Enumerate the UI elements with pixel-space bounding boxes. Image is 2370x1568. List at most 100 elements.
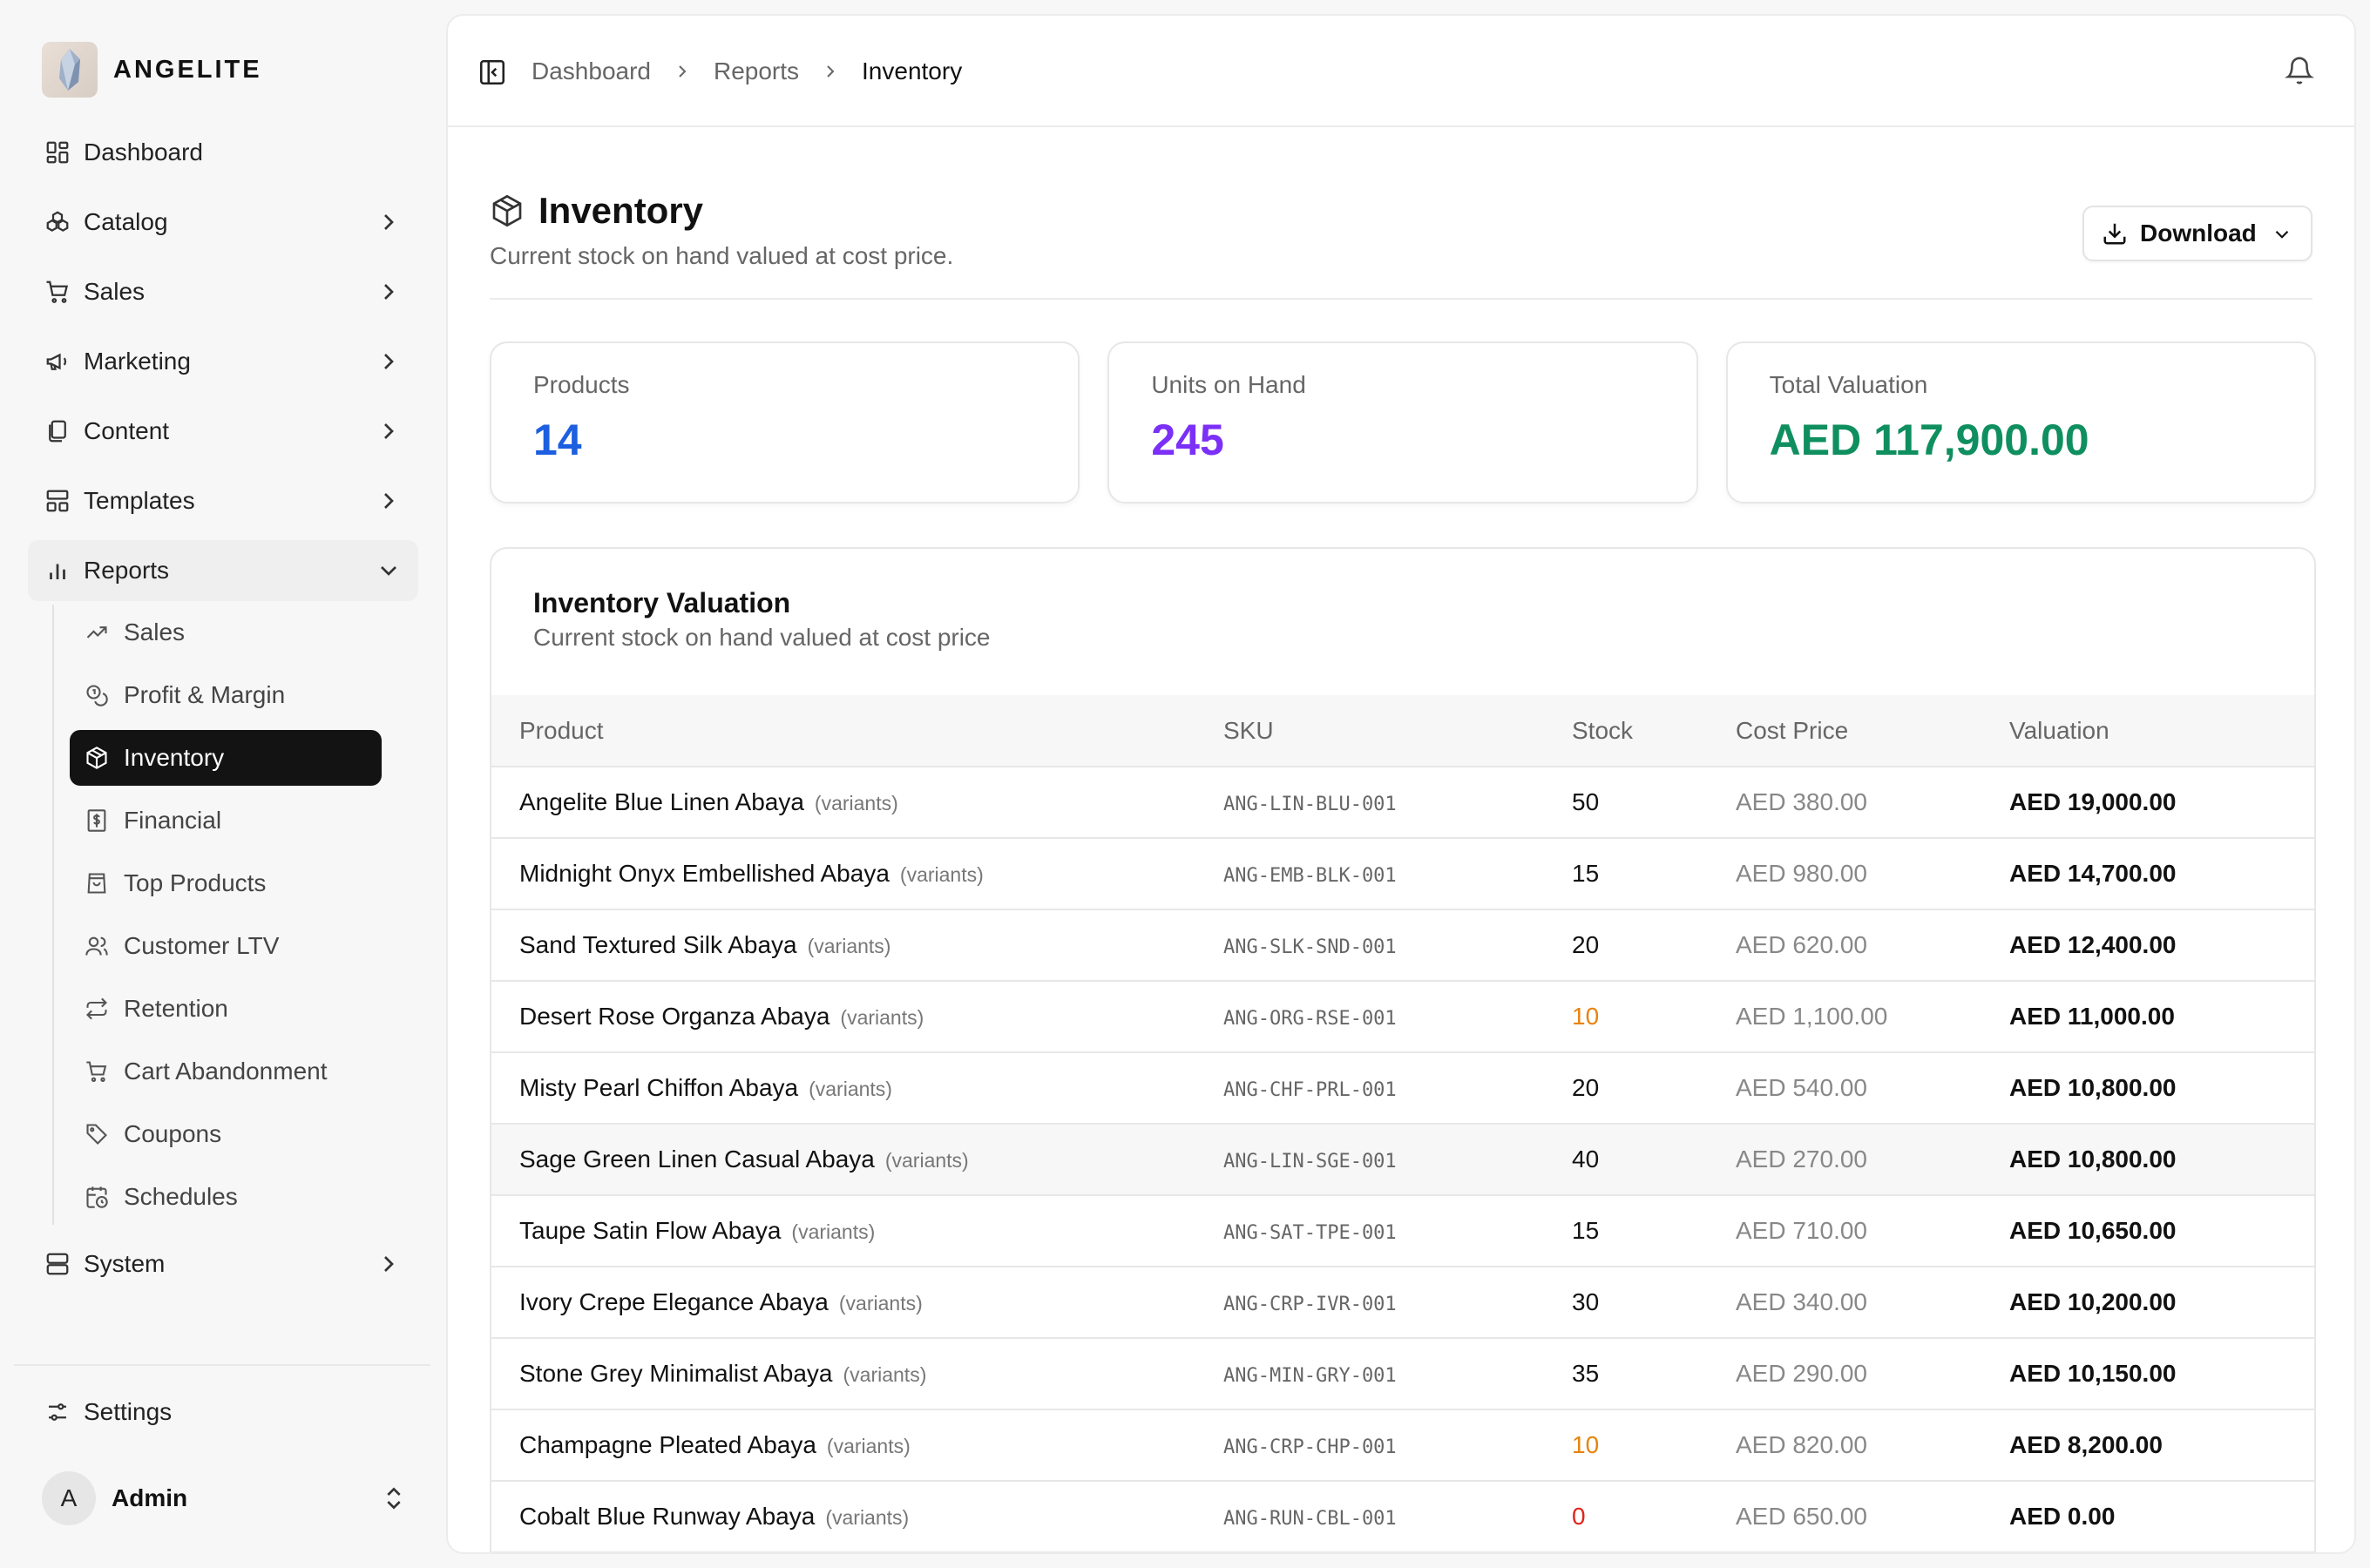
- column-header-valuation[interactable]: Valuation: [2009, 695, 2314, 767]
- cost-value: AED 1,100.00: [1736, 1003, 1888, 1030]
- subnav-item-top-products[interactable]: Top Products: [70, 855, 382, 911]
- table-row[interactable]: Cobalt Blue Runway Abaya (variants) ANG-RU…: [491, 1481, 2314, 1552]
- product-name[interactable]: Champagne Pleated Abaya: [519, 1431, 816, 1458]
- product-name[interactable]: Taupe Satin Flow Abaya: [519, 1217, 781, 1244]
- trend-up-icon: [84, 619, 110, 645]
- cell-stock: 15: [1572, 838, 1736, 910]
- subnav-label: Customer LTV: [124, 932, 280, 959]
- subnav-item-financial[interactable]: Financial: [70, 793, 382, 848]
- product-name[interactable]: Cobalt Blue Runway Abaya: [519, 1503, 815, 1530]
- cost-value: AED 710.00: [1736, 1217, 1867, 1244]
- nav-item-content[interactable]: Content: [28, 401, 418, 462]
- product-name[interactable]: Sage Green Linen Casual Abaya: [519, 1146, 875, 1173]
- server-icon: [44, 1250, 71, 1278]
- files-icon: [44, 417, 71, 445]
- column-header-stock[interactable]: Stock: [1572, 695, 1736, 767]
- nav-label: Reports: [84, 557, 170, 584]
- user-menu[interactable]: A Admin: [42, 1470, 408, 1526]
- cell-sku: ANG-CRP-IVR-001: [1223, 1267, 1572, 1339]
- cost-value: AED 270.00: [1736, 1146, 1867, 1173]
- valuation-value: AED 0.00: [2009, 1503, 2116, 1530]
- subnav-label: Retention: [124, 995, 228, 1022]
- table-row[interactable]: Misty Pearl Chiffon Abaya (variants) ANG-C…: [491, 1052, 2314, 1125]
- product-name[interactable]: Midnight Onyx Embellished Abaya: [519, 860, 890, 887]
- cell-product: Stone Grey Minimalist Abaya (variants): [491, 1338, 1223, 1410]
- brand[interactable]: ANGELITE: [42, 42, 262, 98]
- subnav-item-coupons[interactable]: Coupons: [70, 1106, 382, 1162]
- table-row[interactable]: Stone Grey Minimalist Abaya (variants) ANG…: [491, 1338, 2314, 1410]
- table-row[interactable]: Sand Textured Silk Abaya (variants) ANG-SL…: [491, 909, 2314, 982]
- variants-tag: (variants): [843, 1363, 927, 1386]
- column-header-sku[interactable]: SKU: [1223, 695, 1572, 767]
- product-name[interactable]: Ivory Crepe Elegance Abaya: [519, 1288, 829, 1315]
- stat-label: Total Valuation: [1769, 371, 1928, 398]
- subnav-item-profit-margin[interactable]: Profit & Margin: [70, 667, 382, 723]
- nav-label: System: [84, 1250, 166, 1277]
- subnav-label: Cart Abandonment: [124, 1058, 328, 1085]
- subnav-item-sales[interactable]: Sales: [70, 605, 382, 660]
- table-row[interactable]: Taupe Satin Flow Abaya (variants) ANG-SAT-…: [491, 1195, 2314, 1267]
- product-name[interactable]: Angelite Blue Linen Abaya: [519, 788, 804, 815]
- nav-item-marketing[interactable]: Marketing: [28, 331, 418, 392]
- cart-icon: [84, 1058, 110, 1085]
- table-title: Inventory Valuation: [533, 587, 791, 618]
- chevron-down-icon: [375, 557, 403, 585]
- topbar: Dashboard Reports Inventory: [448, 16, 2354, 127]
- sidebar: ANGELITE Dashboard Catalog Sales Marketi…: [0, 0, 444, 1568]
- nav-item-reports[interactable]: Reports: [28, 540, 418, 601]
- product-name[interactable]: Desert Rose Organza Abaya: [519, 1003, 830, 1030]
- stock-value: 10: [1572, 1003, 1600, 1030]
- subnav-label: Coupons: [124, 1120, 222, 1147]
- bell-icon[interactable]: [2285, 56, 2316, 87]
- product-name[interactable]: Stone Grey Minimalist Abaya: [519, 1360, 833, 1387]
- cell-sku: ANG-CRP-CHP-001: [1223, 1409, 1572, 1482]
- nav-item-catalog[interactable]: Catalog: [28, 192, 418, 253]
- table-row[interactable]: Midnight Onyx Embellished Abaya (variants…: [491, 838, 2314, 910]
- cell-stock: 40: [1572, 1124, 1736, 1196]
- sidebar-divider: [14, 1364, 430, 1366]
- valuation-value: AED 11,000.00: [2009, 1003, 2175, 1030]
- tag-icon: [84, 1121, 110, 1147]
- chevron-right-icon: [820, 61, 841, 82]
- cell-cost-price: AED 710.00: [1736, 1195, 2009, 1267]
- cell-cost-price: AED 650.00: [1736, 1481, 2009, 1552]
- subnav-item-customer-ltv[interactable]: Customer LTV: [70, 918, 382, 974]
- product-name[interactable]: Sand Textured Silk Abaya: [519, 931, 797, 958]
- subnav-item-inventory[interactable]: Inventory: [70, 730, 382, 786]
- subnav-item-schedules[interactable]: Schedules: [70, 1169, 382, 1225]
- templates-icon: [44, 487, 71, 515]
- column-header-cost-price[interactable]: Cost Price: [1736, 695, 2009, 767]
- table-row[interactable]: Desert Rose Organza Abaya (variants) ANG-O…: [491, 981, 2314, 1053]
- valuation-value: AED 14,700.00: [2009, 860, 2177, 887]
- nav-item-templates[interactable]: Templates: [28, 470, 418, 531]
- subnav-item-retention[interactable]: Retention: [70, 981, 382, 1037]
- subnav-label: Schedules: [124, 1183, 238, 1210]
- download-button[interactable]: Download: [2082, 206, 2312, 261]
- subnav-item-cart-abandonment[interactable]: Cart Abandonment: [70, 1044, 382, 1099]
- breadcrumb: Dashboard Reports Inventory: [532, 16, 962, 127]
- cell-stock: 50: [1572, 767, 1736, 839]
- cell-product: Angelite Blue Linen Abaya (variants): [491, 767, 1223, 839]
- nav-item-sales[interactable]: Sales: [28, 261, 418, 322]
- dashboard-icon: [44, 139, 71, 166]
- nav-item-settings[interactable]: Settings: [28, 1382, 418, 1443]
- sku-value: ANG-SAT-TPE-001: [1223, 1222, 1397, 1244]
- column-header-product[interactable]: Product: [491, 695, 1223, 767]
- breadcrumb-dashboard[interactable]: Dashboard: [532, 57, 651, 85]
- cart-icon: [44, 278, 71, 306]
- sku-value: ANG-SLK-SND-001: [1223, 936, 1397, 958]
- inventory-table-card: Inventory Valuation Current stock on han…: [490, 547, 2316, 1552]
- breadcrumb-reports[interactable]: Reports: [714, 57, 799, 85]
- nav-item-dashboard[interactable]: Dashboard: [28, 122, 418, 183]
- table-row[interactable]: Champagne Pleated Abaya (variants) ANG-CRP…: [491, 1409, 2314, 1482]
- table-row[interactable]: Ivory Crepe Elegance Abaya (variants) ANG-…: [491, 1267, 2314, 1339]
- table-row[interactable]: Sage Green Linen Casual Abaya (variants) A…: [491, 1124, 2314, 1196]
- subnav-label: Profit & Margin: [124, 681, 286, 708]
- nav-item-system[interactable]: System: [28, 1233, 418, 1294]
- table-row[interactable]: Angelite Blue Linen Abaya (variants) ANG-L…: [491, 767, 2314, 839]
- cell-cost-price: AED 820.00: [1736, 1409, 2009, 1482]
- cell-sku: ANG-SAT-TPE-001: [1223, 1195, 1572, 1267]
- cost-value: AED 980.00: [1736, 860, 1867, 887]
- sidebar-toggle-icon[interactable]: [477, 57, 507, 87]
- product-name[interactable]: Misty Pearl Chiffon Abaya: [519, 1074, 798, 1101]
